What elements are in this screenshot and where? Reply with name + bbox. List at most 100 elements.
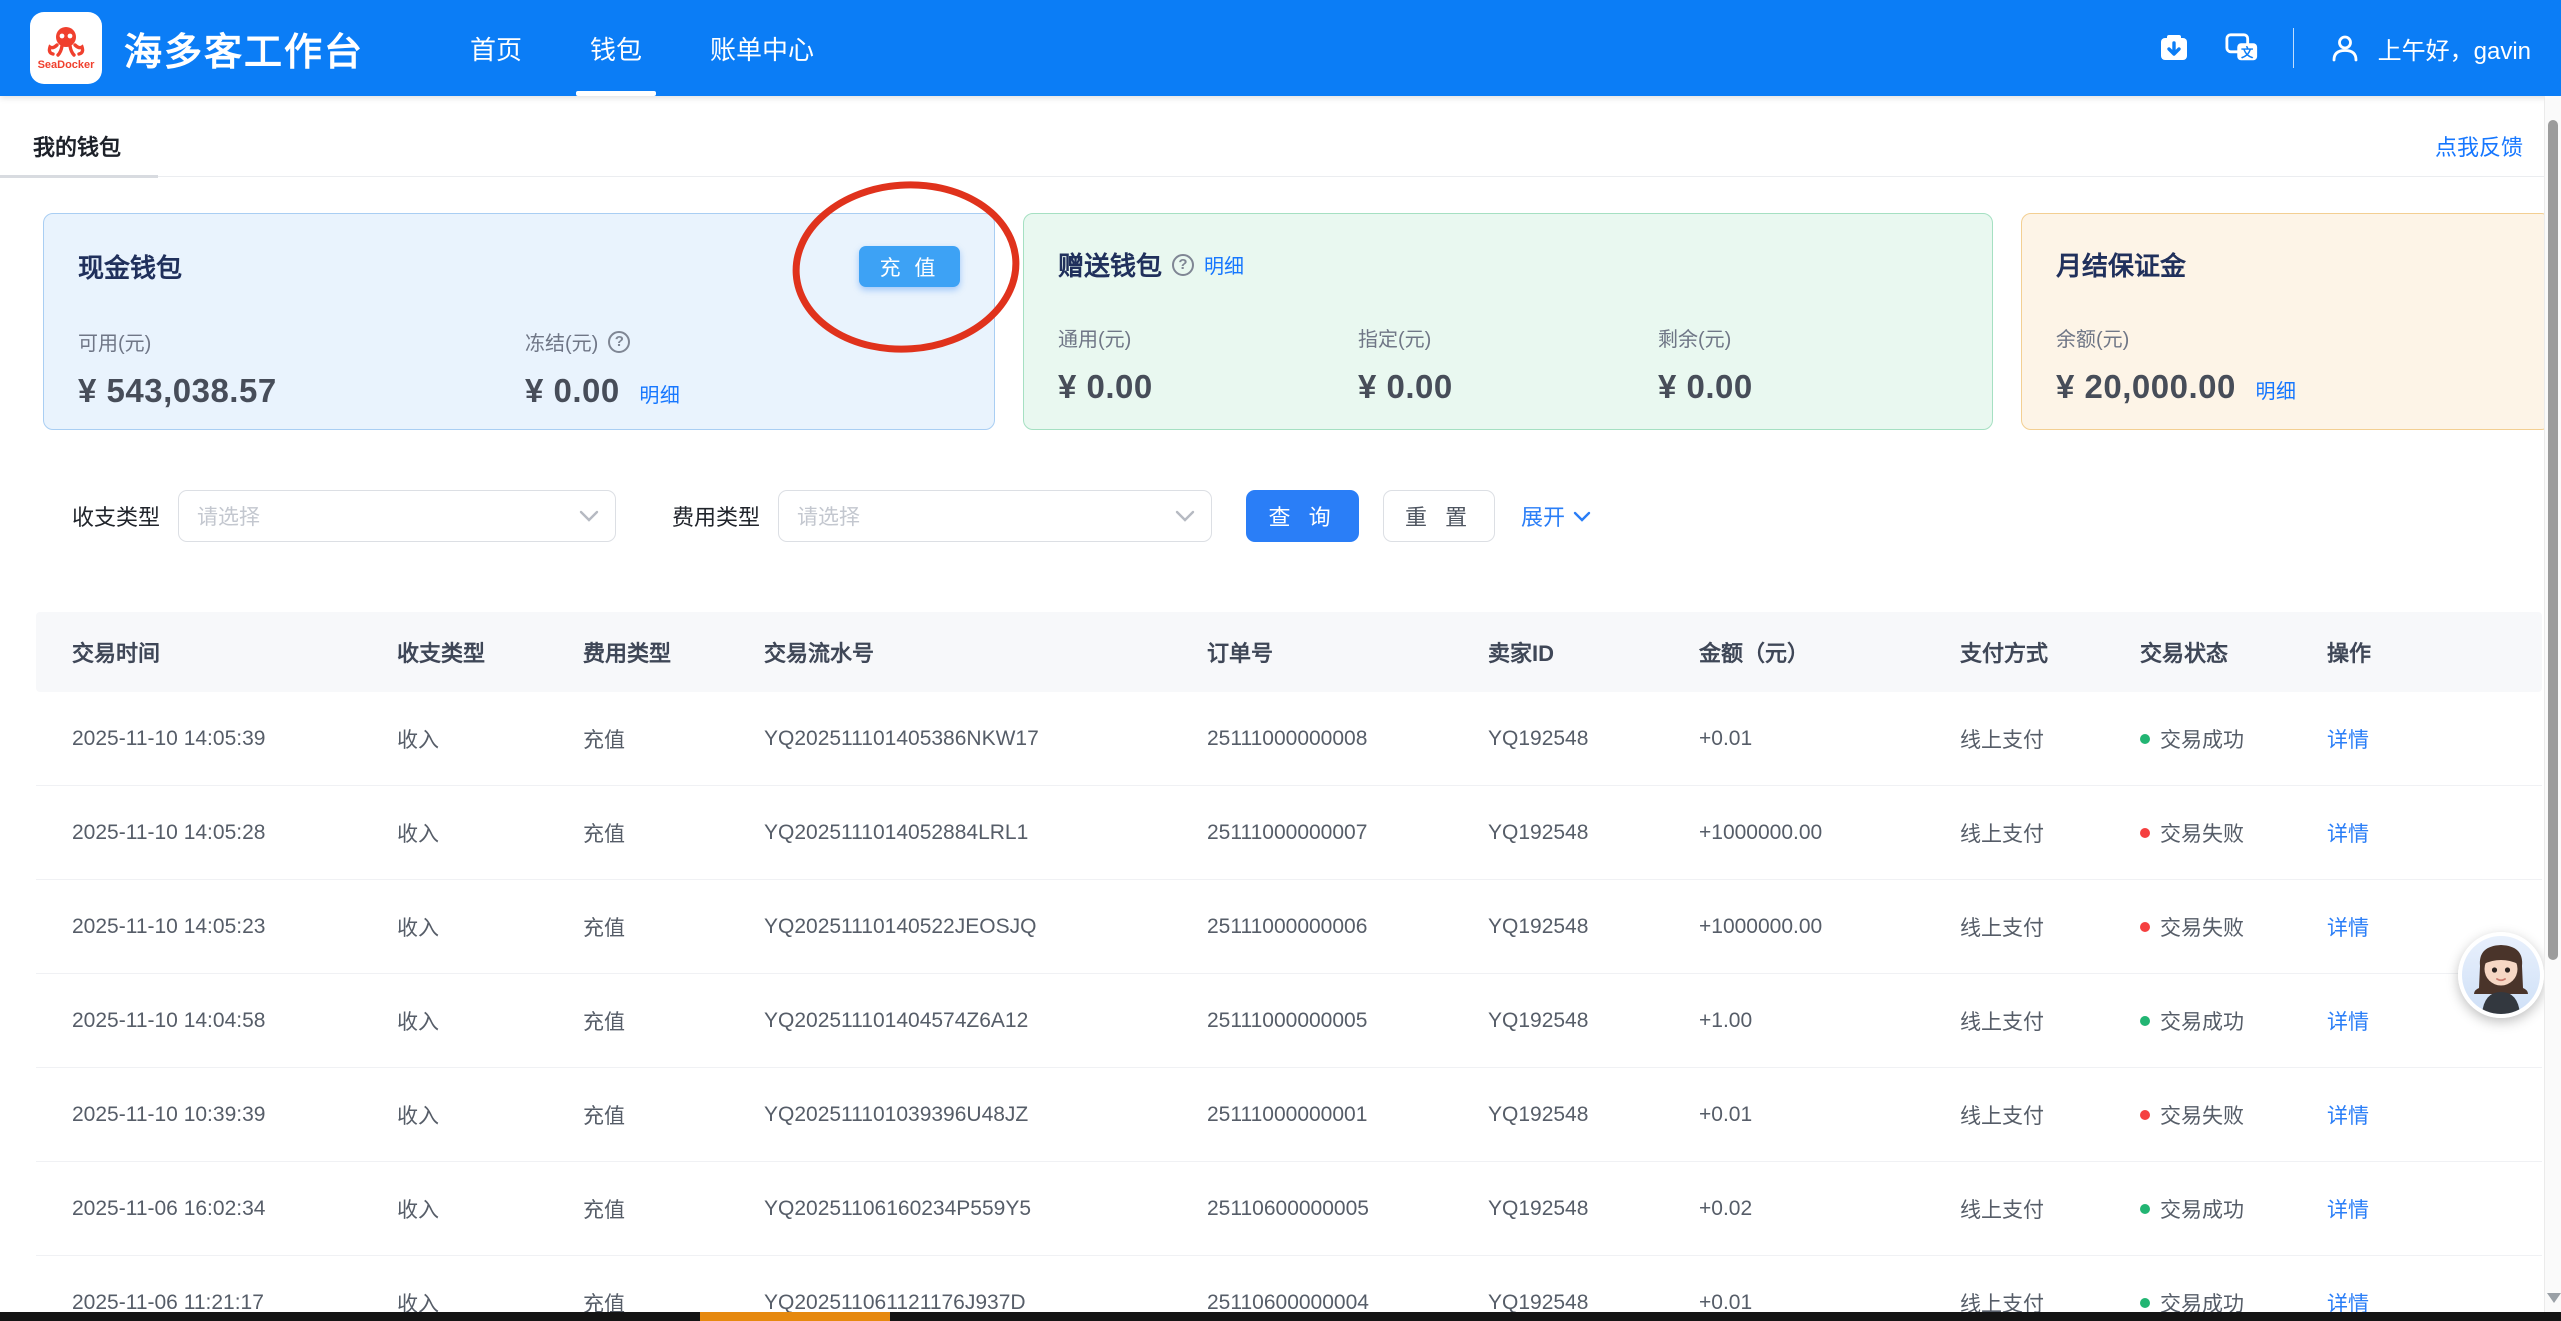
- cell-time: 2025-11-10 14:05:39: [72, 726, 266, 750]
- logo-text: SeaDocker: [37, 59, 95, 71]
- detail-link[interactable]: 详情: [2327, 1011, 2369, 1034]
- status-text: 交易成功: [2160, 1198, 2244, 1222]
- cell-flow-no: YQ2025111014052884LRL1: [764, 820, 1029, 844]
- search-button[interactable]: 查 询: [1246, 490, 1360, 542]
- cell-order-no: 25111000000001: [1207, 1102, 1368, 1126]
- cell-pay-method: 线上支付: [1960, 1104, 2044, 1128]
- cell-pay-method: 线上支付: [1960, 1198, 2044, 1222]
- monthly-deposit-card: 月结保证金 余额(元) ¥ 20,000.00 明细: [2021, 213, 2551, 430]
- income-type-select[interactable]: 请选择: [178, 490, 617, 542]
- col-header-status: 交易状态: [2140, 641, 2229, 666]
- recharge-button[interactable]: 充 值: [859, 246, 960, 287]
- status-text: 交易成功: [2160, 1010, 2244, 1034]
- col-header-flow-no: 交易流水号: [764, 641, 875, 666]
- cell-seller-id: YQ192548: [1488, 914, 1589, 938]
- cell-status: 交易成功: [2140, 1194, 2327, 1224]
- frozen-detail-link[interactable]: 明细: [639, 385, 680, 407]
- fee-type-placeholder: 请选择: [797, 506, 861, 529]
- status-dot: [2140, 1015, 2150, 1026]
- gift-wallet-card: 赠送钱包 ? 明细 通用(元) ¥ 0.00 指定(元) ¥ 0.00 剩余(元…: [1023, 213, 1993, 430]
- nav-item-billing-center[interactable]: 账单中心: [676, 0, 848, 96]
- cell-flow-no: YQ20251110140522JEOSJQ: [764, 914, 1037, 938]
- cell-amount: +1000000.00: [1699, 914, 1823, 938]
- cell-pay-method: 线上支付: [1960, 1010, 2044, 1034]
- app-logo[interactable]: SeaDocker: [30, 12, 102, 84]
- gift-detail-link[interactable]: 明细: [1204, 250, 1244, 279]
- reset-button[interactable]: 重 置: [1383, 490, 1496, 542]
- cell-order-no: 25110600000004: [1207, 1290, 1369, 1314]
- main-nav: 首页 钱包 账单中心: [436, 0, 848, 96]
- cell-income-type: 收入: [397, 822, 439, 846]
- cell-amount: +1000000.00: [1699, 820, 1823, 844]
- filter-bar: 收支类型 请选择 费用类型 请选择 查 询 重 置 展开: [72, 490, 2535, 542]
- scrollbar-down-arrow[interactable]: [2547, 1293, 2561, 1303]
- vertical-scrollbar[interactable]: [2544, 96, 2561, 1321]
- detail-link[interactable]: 详情: [2327, 1105, 2369, 1128]
- cash-wallet-card: 现金钱包 充 值 可用(元) ¥ 543,038.57 冻结(元) ? ¥ 0.…: [43, 213, 995, 430]
- help-icon[interactable]: ?: [1172, 253, 1195, 276]
- cell-time: 2025-11-10 10:39:39: [72, 1102, 266, 1126]
- transactions-table: 交易时间 收支类型 费用类型 交易流水号 订单号 卖家ID 金额（元） 支付方式…: [36, 612, 2542, 1321]
- fee-type-select[interactable]: 请选择: [778, 490, 1213, 542]
- balance-value: ¥ 20,000.00: [2056, 368, 2236, 405]
- cell-fee-type: 充值: [583, 728, 625, 752]
- user-menu[interactable]: 上午好，gavin: [2328, 31, 2531, 66]
- cell-fee-type: 充值: [583, 916, 625, 940]
- status-text: 交易失败: [2160, 822, 2244, 846]
- header-right-tools: 文 上午好，gavin: [2157, 28, 2531, 68]
- cell-order-no: 25111000000008: [1207, 726, 1368, 750]
- expand-link[interactable]: 展开: [1521, 500, 1591, 532]
- user-icon: [2328, 31, 2362, 65]
- cell-seller-id: YQ192548: [1488, 1196, 1589, 1220]
- status-text: 交易失败: [2160, 916, 2244, 940]
- col-header-order-no: 订单号: [1207, 641, 1274, 666]
- chevron-down-icon: [579, 510, 599, 522]
- cell-status: 交易成功: [2140, 724, 2327, 754]
- scrollbar-thumb[interactable]: [2548, 120, 2558, 960]
- detail-link[interactable]: 详情: [2327, 917, 2369, 940]
- help-icon[interactable]: ?: [608, 330, 631, 353]
- cell-order-no: 25111000000006: [1207, 914, 1368, 938]
- progress-played-segment: [700, 1312, 890, 1321]
- col-header-amount: 金额（元）: [1699, 641, 1810, 666]
- detail-link[interactable]: 详情: [2327, 729, 2369, 752]
- remaining-value: ¥ 0.00: [1658, 368, 1753, 405]
- feedback-link[interactable]: 点我反馈: [2435, 130, 2523, 162]
- nav-item-wallet[interactable]: 钱包: [556, 0, 676, 96]
- status-dot: [2140, 1109, 2150, 1120]
- frozen-label: 冻结(元): [525, 333, 599, 355]
- assistant-avatar[interactable]: [2458, 932, 2544, 1018]
- cell-time: 2025-11-10 14:04:58: [72, 1008, 266, 1032]
- col-header-seller-id: 卖家ID: [1488, 641, 1555, 666]
- detail-link[interactable]: 详情: [2327, 1199, 2369, 1222]
- cell-status: 交易失败: [2140, 1100, 2327, 1130]
- table-row: 2025-11-10 14:05:28 收入 充值 YQ202511101405…: [36, 786, 2542, 880]
- col-header-fee-type: 费用类型: [583, 641, 672, 666]
- svg-text:文: 文: [2241, 45, 2254, 60]
- cell-income-type: 收入: [397, 728, 439, 752]
- cell-seller-id: YQ192548: [1488, 726, 1589, 750]
- nav-item-home[interactable]: 首页: [436, 0, 556, 96]
- download-icon[interactable]: [2157, 31, 2191, 65]
- detail-link[interactable]: 详情: [2327, 823, 2369, 846]
- greeting-text: 上午好，gavin: [2377, 37, 2531, 65]
- cell-seller-id: YQ192548: [1488, 820, 1589, 844]
- status-dot: [2140, 1297, 2150, 1308]
- available-label: 可用(元): [78, 333, 152, 355]
- table-body: 2025-11-10 14:05:39 收入 充值 YQ202511101405…: [36, 692, 2542, 1321]
- cell-seller-id: YQ192548: [1488, 1102, 1589, 1126]
- avatar-girl-icon: [2474, 945, 2528, 1014]
- table-row: 2025-11-06 16:02:34 收入 充值 YQ202511061602…: [36, 1162, 2542, 1256]
- col-header-action: 操作: [2327, 641, 2372, 666]
- cell-income-type: 收入: [397, 1104, 439, 1128]
- deposit-detail-link[interactable]: 明细: [2256, 381, 2297, 403]
- status-dot: [2140, 921, 2150, 932]
- octopus-logo-icon: [45, 25, 87, 59]
- cell-seller-id: YQ192548: [1488, 1008, 1589, 1032]
- cell-fee-type: 充值: [583, 1010, 625, 1034]
- cell-flow-no: YQ202511101039396U48JZ: [764, 1102, 1029, 1126]
- available-value: ¥ 543,038.57: [78, 372, 277, 409]
- translate-icon[interactable]: 文: [2225, 31, 2259, 65]
- cell-flow-no: YQ202511061121176J937D: [764, 1290, 1026, 1314]
- video-progress-bar[interactable]: [0, 1312, 2561, 1321]
